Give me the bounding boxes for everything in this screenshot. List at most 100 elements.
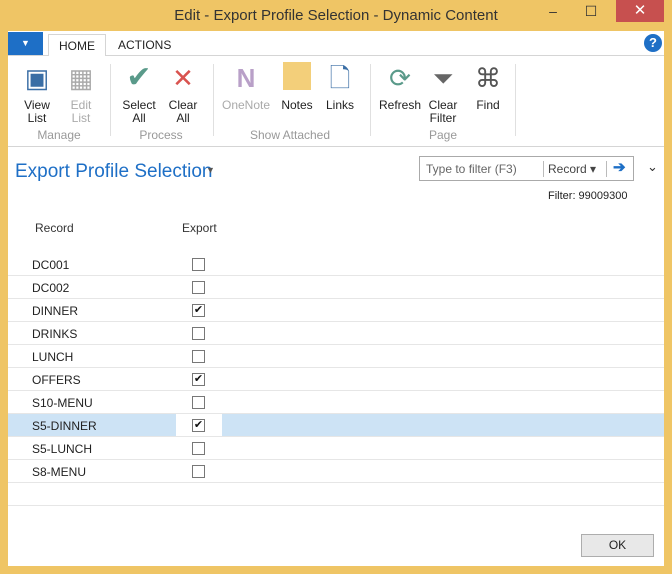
divider [213,64,214,136]
checkmark-icon: ✔ [126,61,152,94]
export-checkbox[interactable]: ✔ [192,373,205,386]
divider [515,64,516,136]
edit-list-button[interactable]: ▦ Edit List [62,62,100,125]
table-row[interactable]: DINNER ✔ [8,299,664,322]
table-row[interactable]: S5-DINNER ✔ [8,414,664,437]
window-title: Edit - Export Profile Selection - Dynami… [174,7,498,24]
notes-button[interactable]: Notes [278,62,316,112]
ok-button[interactable]: OK [581,534,654,557]
arrow-right-icon[interactable]: ➔ [613,158,626,176]
export-cell: ✔ [176,299,222,321]
record-cell: DC001 [32,258,70,272]
notes-icon [283,62,311,90]
select-all-label: Select All [122,98,156,125]
divider [110,64,111,136]
export-checkbox[interactable] [192,327,205,340]
table-row[interactable]: OFFERS ✔ [8,368,664,391]
close-button[interactable]: ✕ [616,0,664,22]
filter-field-select[interactable]: Record ▾ [548,162,596,176]
export-cell [176,460,222,482]
table-row[interactable]: S10-MENU [8,391,664,414]
column-header-record[interactable]: Record [35,221,74,235]
export-checkbox[interactable] [192,465,205,478]
table-row[interactable]: DC001 [8,253,664,276]
export-checkbox[interactable]: ✔ [192,419,205,432]
minimize-button[interactable]: – [538,0,568,22]
export-checkbox[interactable]: ✔ [192,304,205,317]
export-cell [176,276,222,298]
record-list: DC001 DC002 DINNER ✔ DRINKS LUNCH OFFERS ✔ S10-M… [8,253,664,506]
edit-list-label: Edit List [70,98,92,125]
filter-input[interactable]: Type to filter (F3) [426,162,517,176]
view-list-icon: ▣ [24,63,50,93]
maximize-button[interactable]: ☐ [576,0,606,22]
tab-home[interactable]: HOME [48,34,106,57]
ribbon-tabs: ▼ HOME ACTIONS ? [8,31,664,57]
help-icon[interactable]: ? [644,34,662,52]
divider [606,161,607,177]
refresh-icon: ⟳ [389,63,411,93]
empty-row [8,483,664,506]
table-row[interactable]: DRINKS [8,322,664,345]
refresh-button[interactable]: ⟳ Refresh [378,62,422,112]
binoculars-icon: ⌘ [475,63,501,93]
onenote-button[interactable]: N OneNote [220,62,272,112]
window-body: ▼ HOME ACTIONS ? ▣ View List ▦ Edit List M… [8,31,664,566]
table-row[interactable]: DC002 [8,276,664,299]
record-cell: S10-MENU [32,396,93,410]
record-cell: S8-MENU [32,465,87,479]
divider [370,64,371,136]
export-checkbox[interactable] [192,442,205,455]
view-list-button[interactable]: ▣ View List [18,62,56,125]
record-cell: LUNCH [32,350,74,364]
clear-all-label: Clear All [168,98,198,125]
export-cell [176,322,222,344]
view-list-label: View List [24,98,50,125]
record-cell: DRINKS [32,327,78,341]
clear-filter-label: Clear Filter [428,98,458,125]
filter-box: Type to filter (F3) Record ▾ ➔ [419,156,634,181]
export-checkbox[interactable] [192,396,205,409]
ribbon: ▣ View List ▦ Edit List Manage ✔ Select All… [8,56,664,147]
clear-filter-button[interactable]: ⏷ Clear Filter [426,62,460,125]
tab-actions[interactable]: ACTIONS [108,34,181,57]
clear-filter-icon: ⏷ [432,63,454,93]
export-cell: ✔ [176,368,222,390]
group-page: Page [428,128,458,142]
find-label: Find [476,98,500,112]
export-checkbox[interactable] [192,258,205,271]
export-cell: ✔ [176,414,222,436]
export-cell [176,391,222,413]
chevron-down-icon[interactable]: ▼ [206,165,215,175]
links-button[interactable]: 🗋 Links [322,62,358,112]
chevron-down-icon[interactable]: ⌄ [647,159,658,175]
record-cell: S5-DINNER [32,419,97,433]
table-row[interactable]: S8-MENU [8,460,664,483]
record-cell: OFFERS [32,373,81,387]
table-row[interactable]: S5-LUNCH [8,437,664,460]
select-all-button[interactable]: ✔ Select All [118,62,160,125]
divider [543,161,544,177]
table-row[interactable]: LUNCH [8,345,664,368]
export-cell [176,345,222,367]
export-checkbox[interactable] [192,281,205,294]
record-cell: S5-LUNCH [32,442,93,456]
notes-label: Notes [281,98,313,112]
group-process: Process [139,128,183,142]
record-cell: DC002 [32,281,70,295]
links-label: Links [325,98,354,112]
column-header-export[interactable]: Export [182,221,217,235]
find-button[interactable]: ⌘ Find [472,62,504,112]
onenote-icon: N [236,63,256,93]
clear-all-icon: ✕ [172,63,194,93]
export-checkbox[interactable] [192,350,205,363]
group-manage: Manage [37,128,81,142]
app-menu-button[interactable]: ▼ [8,32,43,55]
record-cell: DINNER [32,304,79,318]
export-cell [176,437,222,459]
page-title: Export Profile Selection [15,161,213,182]
export-cell [176,253,222,275]
group-show-attached: Show Attached [249,128,331,142]
clear-all-button[interactable]: ✕ Clear All [164,62,202,125]
links-icon: 🗋 [329,63,351,93]
